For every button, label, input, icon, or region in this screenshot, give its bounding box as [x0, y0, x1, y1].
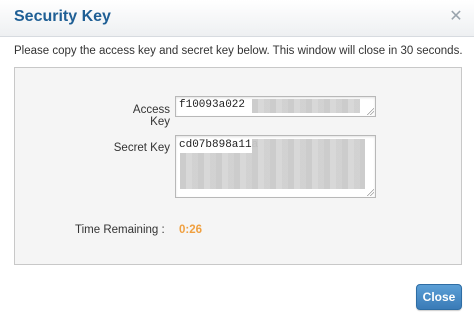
resize-grip-icon[interactable] — [366, 107, 374, 115]
close-icon[interactable]: ✕ — [447, 8, 465, 26]
access-key-redaction — [252, 99, 360, 113]
access-key-value: f10093a022 — [179, 99, 246, 111]
access-key-field[interactable]: f10093a022 — [175, 96, 376, 117]
secret-key-field[interactable]: cd07b898a11a — [175, 135, 376, 198]
secret-key-label: Secret Key — [113, 142, 170, 154]
dialog-titlebar: Security Key ✕ — [0, 0, 474, 37]
access-key-label: Access Key — [132, 104, 170, 128]
secret-key-redaction — [252, 139, 365, 153]
close-button[interactable]: Close — [416, 284, 462, 310]
security-key-dialog: Security Key ✕ Please copy the access ke… — [0, 0, 474, 320]
instruction-message: Please copy the access key and secret ke… — [14, 45, 463, 57]
dialog-title: Security Key — [14, 8, 111, 25]
time-remaining-value: 0:26 — [179, 224, 203, 236]
secret-key-value: cd07b898a11a — [179, 139, 259, 151]
time-remaining-label: Time Remaining : — [75, 224, 165, 236]
resize-grip-icon[interactable] — [366, 188, 374, 196]
keys-panel: Access Key f10093a022 Secret Key cd07b89… — [14, 67, 462, 265]
secret-key-redaction — [180, 153, 365, 189]
